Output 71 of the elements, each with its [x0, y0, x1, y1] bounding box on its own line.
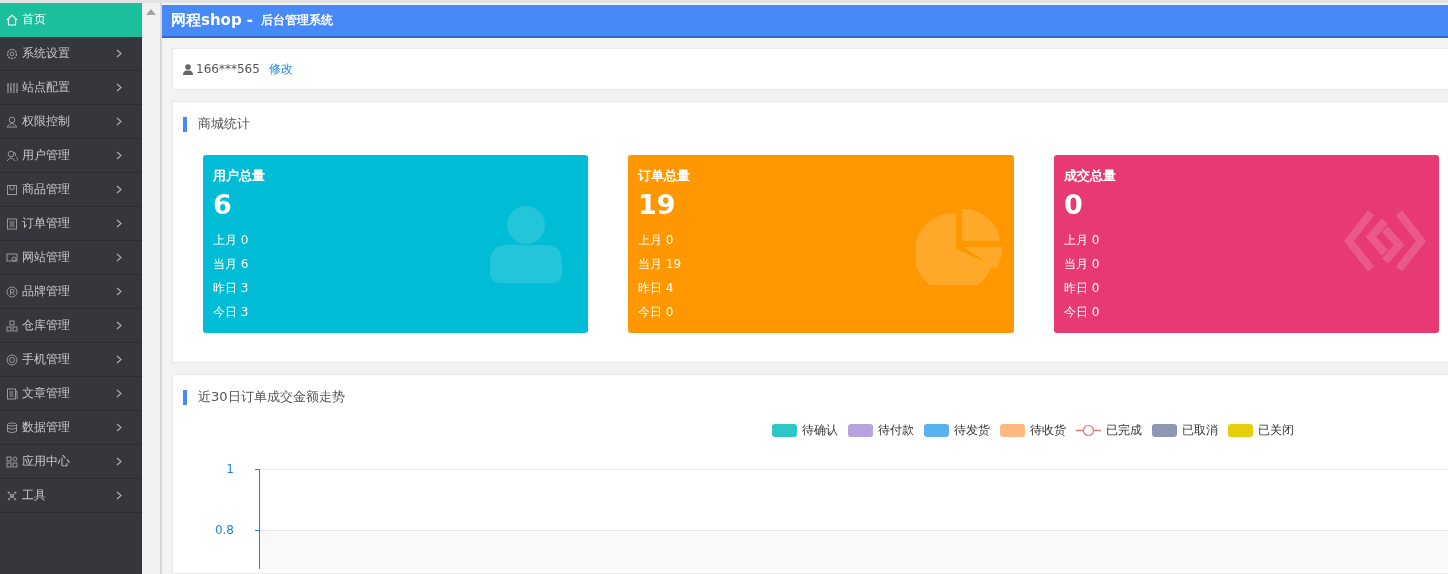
legend-label[interactable]: 待付款: [878, 422, 914, 439]
user-phone: 166***565: [196, 62, 260, 76]
stat-line: 昨日 3: [213, 280, 249, 297]
stat-line: 今日 0: [1064, 304, 1100, 321]
database-icon: [6, 421, 18, 434]
list-icon: [6, 217, 18, 230]
menu-label: 商品管理: [22, 181, 71, 198]
menu-label: 仓库管理: [22, 317, 71, 334]
stat-line: 今日 3: [213, 304, 249, 321]
brand-subtitle: 后台管理系统: [261, 13, 334, 28]
legend-label[interactable]: 待发货: [954, 422, 990, 439]
menu-label: 网站管理: [22, 249, 71, 266]
card-title: 订单总量: [638, 167, 690, 185]
menu-label: 手机管理: [22, 351, 71, 368]
menu-label: 用户管理: [22, 147, 71, 164]
legend-label[interactable]: 待收货: [1030, 422, 1066, 439]
hierarchy-icon: [6, 319, 18, 332]
stat-line: 当月 0: [1064, 256, 1100, 273]
legend-swatch[interactable]: [1228, 424, 1253, 437]
person-icon: [6, 115, 18, 128]
sliders-icon: [6, 81, 18, 94]
card-title: 用户总量: [213, 167, 265, 185]
section-title: 商城统计: [198, 115, 250, 133]
legend-label[interactable]: 已完成: [1106, 422, 1142, 439]
menu-label: 品牌管理: [22, 283, 71, 300]
legend-line-marker[interactable]: [1076, 424, 1101, 437]
stat-line: 上月 0: [1064, 232, 1100, 249]
axis-tick-label: 1: [226, 462, 234, 476]
legend-swatch[interactable]: [1000, 424, 1025, 437]
user-icon: [183, 63, 193, 75]
section-title: 近30日订单成交金额走势: [198, 388, 345, 406]
registered-icon: [6, 285, 18, 298]
brand-title: 网程shop -: [171, 11, 254, 30]
stat-line: 昨日 0: [1064, 280, 1100, 297]
stat-line: 昨日 4: [638, 280, 674, 297]
card-total: 6: [213, 189, 232, 220]
monitor-icon: [6, 251, 18, 264]
menu-label: 订单管理: [22, 215, 71, 232]
bag-icon: [6, 183, 18, 196]
card-title: 成交总量: [1064, 167, 1116, 185]
grid-icon: [6, 455, 18, 468]
menu-label: 工具: [22, 487, 47, 504]
legend-label[interactable]: 待确认: [802, 422, 838, 439]
axis-tick-label: 0.8: [214, 523, 234, 537]
legend-label[interactable]: 已取消: [1182, 422, 1218, 439]
legend-swatch[interactable]: [848, 424, 873, 437]
stat-line: 上月 0: [638, 232, 674, 249]
edit-link[interactable]: 修改: [268, 60, 293, 78]
settings-icon: [6, 47, 18, 60]
tools-icon: [6, 489, 18, 502]
document-icon: [6, 387, 18, 400]
scroll-up-icon[interactable]: [146, 9, 156, 15]
legend-swatch[interactable]: [772, 424, 797, 437]
menu-label: 文章管理: [22, 385, 71, 402]
stat-line: 上月 0: [213, 232, 249, 249]
card-total: 0: [1064, 189, 1083, 220]
menu-label: 权限控制: [22, 113, 71, 130]
people-icon: [6, 149, 18, 162]
menu-label: 数据管理: [22, 419, 71, 436]
menu-label: 应用中心: [22, 453, 71, 470]
menu-label: 首页: [22, 11, 47, 28]
stat-line: 当月 6: [213, 256, 249, 273]
menu-label: 站点配置: [22, 79, 71, 96]
legend-swatch[interactable]: [924, 424, 949, 437]
stat-line: 当月 19: [638, 256, 682, 273]
card-total: 19: [638, 189, 676, 220]
legend-label[interactable]: 已关闭: [1258, 422, 1294, 439]
legend-swatch[interactable]: [1152, 424, 1177, 437]
menu-label: 系统设置: [22, 45, 71, 62]
stat-line: 今日 0: [638, 304, 674, 321]
home-icon: [6, 13, 18, 26]
